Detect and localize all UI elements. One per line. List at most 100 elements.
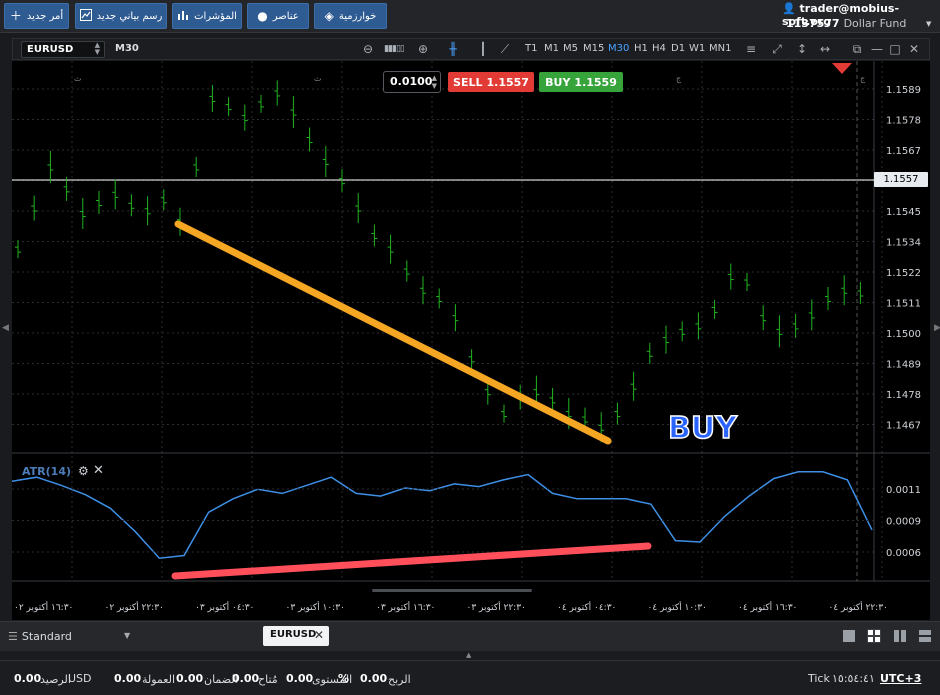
tf-d1[interactable]: D1 (671, 43, 685, 54)
panel-toggle-icon[interactable]: ▲ (466, 651, 471, 659)
symbol-select[interactable]: EURUSD ▲ ▼ (21, 41, 105, 58)
close-tab-icon[interactable]: ✕ (314, 628, 324, 642)
chevron-down-icon[interactable]: ▼ (124, 631, 130, 640)
indicators-button[interactable]: المؤشرات (172, 3, 242, 29)
tf-m30[interactable]: M30 (608, 43, 629, 54)
tf-m1[interactable]: M1 (544, 43, 559, 54)
bars-icon (177, 9, 189, 23)
plus-icon: ＋ (9, 9, 22, 23)
timezone[interactable]: UTC+3 (880, 672, 921, 685)
atr-line (12, 471, 873, 559)
chart-canvas: 1.1589 1.1578 1.1567 1.1545 1.1534 1.1522 1.15… (12, 61, 930, 613)
minimize-icon[interactable]: — (869, 41, 885, 57)
new-order-button[interactable]: ＋ أمر جديد (4, 3, 69, 29)
price-axis-label: 1.1511 (886, 299, 921, 310)
layout-single-icon[interactable] (842, 629, 856, 643)
chart-scrollbar[interactable] (372, 589, 532, 592)
layout-grid-icon[interactable] (867, 629, 881, 643)
level-value: 0.00 (286, 672, 314, 685)
chart-area[interactable]: 1.1589 1.1578 1.1567 1.1545 1.1534 1.1522 1.15… (12, 61, 930, 620)
new-chart-button[interactable]: رسم بياني جديد (75, 3, 167, 29)
tf-w1[interactable]: W1 (689, 43, 705, 54)
time-axis-label: ١٦:٣٠ أكتوبر ٠٢ (14, 601, 73, 613)
session-mark: ث (74, 74, 82, 83)
tf-m5[interactable]: M5 (563, 43, 578, 54)
commission-label: العمولة (142, 673, 176, 686)
bar-chart-type-icon[interactable]: ╫ (445, 41, 461, 57)
margin-value: 0.00 (176, 672, 204, 685)
layout-columns-icon[interactable] (893, 629, 907, 643)
sell-label: SELL (453, 75, 483, 89)
layout-rows-icon[interactable] (918, 629, 932, 643)
session-mark: ج (676, 74, 682, 83)
zoom-out-icon[interactable]: ⊖ (360, 41, 376, 57)
maximize-icon[interactable]: □ (887, 41, 903, 57)
price-axis-label: 1.1545 (886, 207, 921, 218)
candles-icon[interactable]: ┃ (475, 41, 491, 57)
tf-h1[interactable]: H1 (634, 43, 648, 54)
chart-tab-eurusd[interactable]: EURUSD ✕ (263, 626, 329, 646)
template-select[interactable]: ☰ Standard (8, 630, 72, 643)
session-mark: ج (860, 74, 866, 83)
scroll-right-icon[interactable]: ▶ (934, 323, 940, 335)
chart-toolbar: EURUSD ▲ ▼ M30 ⊖ ▮▮▮▯▯ ⊕ ╫ ┃ ⟋ T1 M1 M5 M… (12, 38, 930, 60)
atr-axis-label: 0.0006 (886, 548, 921, 559)
account-info[interactable]: 👤 trader@mobius-soft.org 1137577 Dollar F… (782, 1, 932, 31)
elements-button[interactable]: ● عناصر (247, 3, 309, 29)
tf-m15[interactable]: M15 (583, 43, 604, 54)
menu-icon: ☰ (8, 630, 18, 643)
price-axis-label: 1.1578 (886, 116, 921, 127)
shapes-icon: ● (257, 9, 268, 23)
tf-h4[interactable]: H4 (652, 43, 666, 54)
time-axis-label: ٢٢:٣٠ أكتوبر ٠٤ (829, 601, 888, 613)
account-dropdown-icon[interactable]: ▼ (926, 20, 931, 28)
current-price-tag: 1.1557 (874, 172, 928, 187)
lot-spinner-icon[interactable]: ▲ ▼ (432, 74, 437, 90)
indicators-label: المؤشرات (194, 10, 237, 22)
new-chart-label: رسم بياني جديد (96, 10, 163, 22)
zoom-in-icon[interactable]: ⊕ (415, 41, 431, 57)
close-icon[interactable]: ✕ (906, 41, 922, 57)
price-axis-label: 1.1467 (886, 421, 921, 432)
atr-trend-line (171, 542, 652, 580)
algorithms-button[interactable]: ◈ خوارزمية (314, 3, 387, 29)
chart-settings-icon[interactable]: ≡ (743, 41, 759, 57)
algorithms-label: خوارزمية (338, 10, 377, 22)
time-axis-label: ١٦:٣٠ أكتوبر ٠٤ (738, 601, 797, 613)
timeframe-label: M30 (115, 43, 139, 54)
price-axis-label: 1.1500 (886, 329, 921, 340)
close-indicator-icon[interactable]: ✕ (93, 463, 104, 478)
tf-t1[interactable]: T1 (525, 43, 537, 54)
time-axis-label: ٠٤:٣٠ أكتوبر ٠٣ (195, 601, 254, 613)
currency: USD (68, 672, 92, 685)
tf-mn1[interactable]: MN1 (709, 43, 731, 54)
buy-annotation: BUY (667, 410, 737, 447)
alert-marker-icon (832, 63, 852, 74)
zoom-level-icon: ▮▮▮▯▯ (384, 44, 405, 54)
buy-price: 1.1559 (574, 75, 617, 89)
gear-icon[interactable]: ⚙ (78, 464, 89, 478)
detach-icon[interactable]: ⧉ (849, 41, 865, 57)
sell-button[interactable]: SELL 1.1557 (448, 72, 534, 92)
spinner-icon: ▲ ▼ (94, 41, 100, 56)
scroll-left-icon[interactable]: ◀ (2, 323, 9, 335)
lot-size-value: 0.0100 (390, 75, 433, 88)
top-toolbar: ＋ أمر جديد رسم بياني جديد المؤشرات ● عناصر… (0, 0, 940, 33)
chart-tab-label: EURUSD (270, 629, 317, 640)
price-axis-label: 1.1522 (886, 268, 921, 279)
template-name: Standard (21, 630, 72, 643)
time-axis-label: ٢٢:٣٠ أكتوبر ٠٣ (467, 601, 526, 613)
line-chart-icon[interactable]: ⟋ (497, 41, 513, 57)
horizontal-fit-icon[interactable]: ↔ (817, 41, 833, 57)
chart-tab-bar: ☰ Standard ▼ EURUSD ✕ (0, 621, 940, 651)
buy-button[interactable]: BUY 1.1559 (539, 72, 623, 92)
sell-price: 1.1557 (486, 75, 529, 89)
atr-axis-label: 0.0011 (886, 485, 921, 496)
commission-value: 0.00 (114, 672, 142, 685)
vertical-fit-icon[interactable]: ↕ (794, 41, 810, 57)
lot-size-input[interactable]: 0.0100 ▲ ▼ (383, 71, 441, 93)
balance-label: الرصيد (40, 673, 71, 686)
server-time: ١٥:٥٤:٤١ (832, 672, 875, 685)
buy-label: BUY (545, 75, 571, 89)
autoscale-icon[interactable]: ⤢ (769, 41, 785, 57)
